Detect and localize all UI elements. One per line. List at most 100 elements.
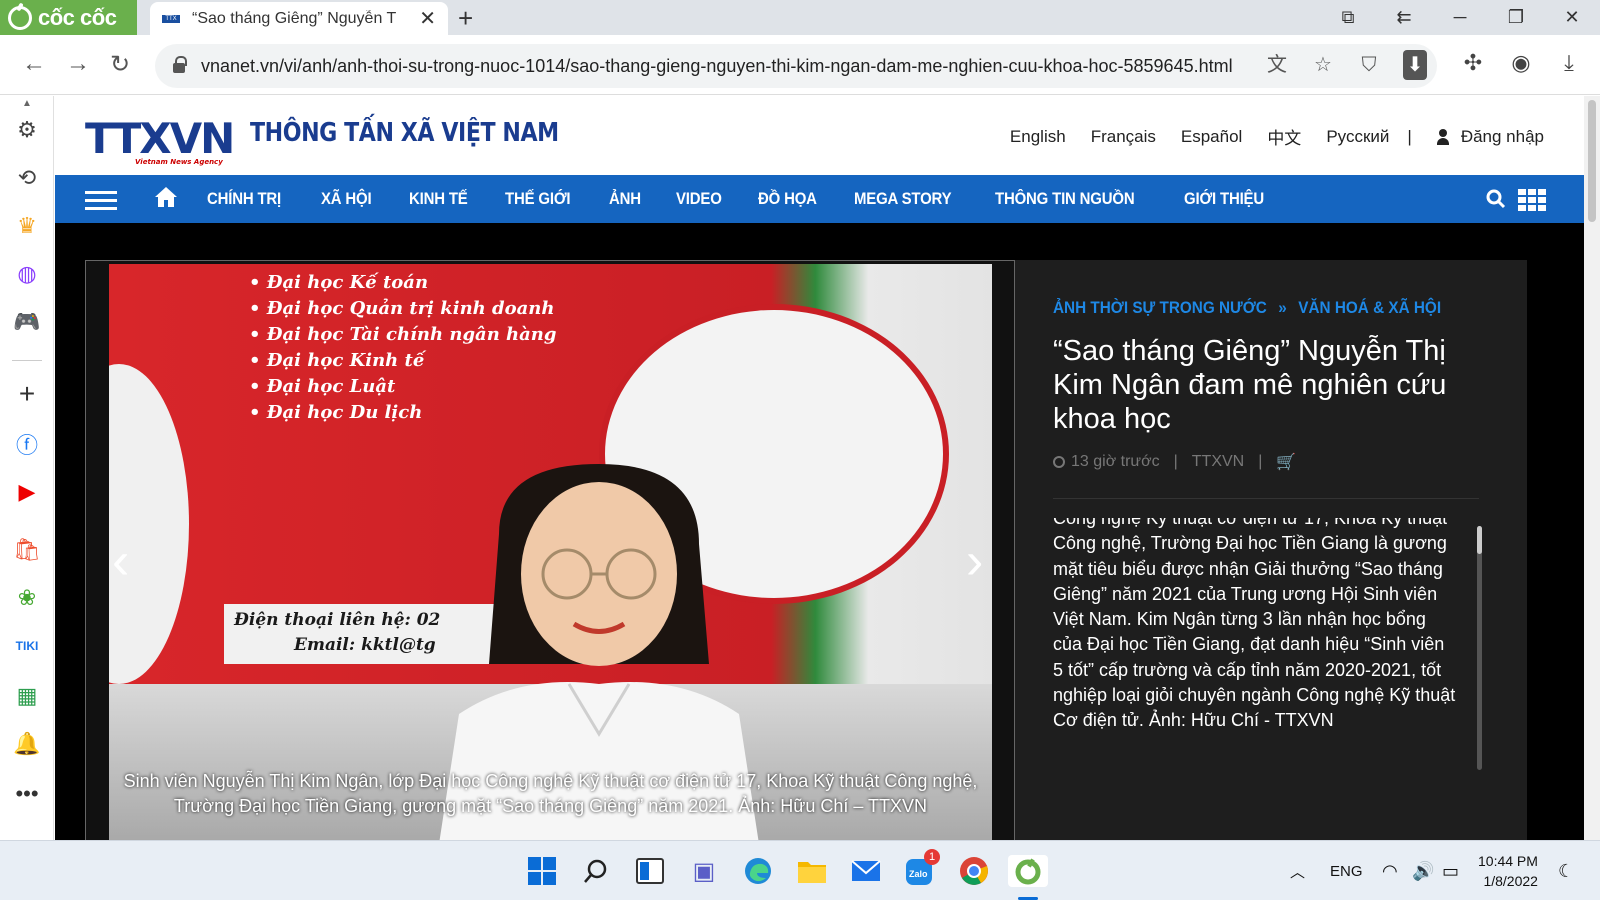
shopee-icon[interactable]: 🛍 [13, 536, 41, 564]
article-meta: 13 giờ trước | TTXVN | 🛒 [1053, 452, 1296, 472]
nav-video[interactable]: VIDEO [676, 189, 722, 209]
restore-button[interactable]: ❐ [1488, 7, 1544, 28]
lang-francais[interactable]: Français [1091, 127, 1156, 147]
browser-sidebar: ▲ ⚙ ⟲ ♛ ◍ 🎮 + ⓕ ▶ 🛍 ❀ TIKI ▦ 🔔 ••• [0, 96, 54, 840]
coccoc-menu-button[interactable]: cốc cốc [0, 0, 137, 35]
chrome-icon[interactable] [958, 855, 990, 887]
lang-english[interactable]: English [1010, 127, 1066, 147]
mail-icon[interactable] [850, 855, 882, 887]
nav-items: CHÍNH TRỊ XÃ HỘI KINH TẾ THẾ GIỚI ẢNH VI… [207, 175, 1305, 223]
clock-time: 10:44 PM [1478, 853, 1538, 869]
taskbar-clock[interactable]: 10:44 PM 1/8/2022 [1478, 851, 1538, 891]
settings-gear-icon[interactable]: ⚙ [13, 116, 41, 144]
extensions-icon[interactable]: ✣ [1460, 50, 1486, 76]
description-scrollbar[interactable] [1477, 526, 1482, 770]
hamburger-menu-icon[interactable] [85, 191, 117, 210]
lang-chinese[interactable]: 中文 [1267, 124, 1301, 149]
crown-icon[interactable]: ♛ [13, 212, 41, 240]
article-description: Công nghệ Kỹ thuật cơ điện tử 17, Khoa K… [1053, 518, 1456, 731]
nav-anh[interactable]: ẢNH [609, 189, 641, 209]
browser-tab-bar: cốc cốc TTX “Sao tháng Giêng” Nguyễn T ✕… [0, 0, 1600, 35]
breadcrumb-separator: » [1278, 298, 1287, 317]
search-icon[interactable] [1486, 189, 1506, 209]
notification-bell-icon[interactable]: 🔔 [13, 730, 41, 758]
edge-icon[interactable] [742, 855, 774, 887]
apps-grid-icon[interactable] [1518, 189, 1546, 211]
lang-espanol[interactable]: Español [1181, 127, 1242, 147]
game-controller-icon[interactable]: 🎮 [13, 308, 41, 336]
photo-caption: Sinh viên Nguyễn Thị Kim Ngân, lớp Đại h… [123, 771, 978, 816]
close-window-button[interactable]: ✕ [1544, 7, 1600, 28]
site-header: TTXVN Vietnam News Agency THÔNG TẤN XÃ V… [55, 96, 1584, 175]
green-app-icon[interactable]: ❀ [13, 584, 41, 612]
site-name[interactable]: THÔNG TẤN XÃ VIỆT NAM [250, 118, 559, 148]
profile-icon[interactable]: ◉ [1508, 50, 1534, 76]
nav-gioi-thieu[interactable]: GIỚI THIỆU [1184, 189, 1264, 209]
user-icon[interactable] [1436, 128, 1449, 145]
battery-icon[interactable]: ▭ [1442, 841, 1459, 901]
shield-icon[interactable]: ⛉ [1357, 50, 1381, 80]
windows-taskbar: ▣ Zalo 1 ︿ ENG ◠ 🔊 ▭ 10:44 PM 1/8/2022 ☾ [0, 840, 1600, 900]
browser-tab-active[interactable]: TTX “Sao tháng Giêng” Nguyễn T ✕ [150, 2, 448, 35]
history-icon[interactable]: ⟲ [13, 164, 41, 192]
slider-prev-arrow[interactable]: ‹ [112, 531, 129, 591]
article-photo[interactable]: • Đại học Kế toán • Đại học Quản trị kin… [109, 264, 992, 840]
youtube-icon[interactable]: ▶ [13, 478, 41, 506]
back-button[interactable]: ← [22, 50, 46, 78]
coccoc-taskbar-icon[interactable] [1008, 855, 1048, 887]
address-bar[interactable]: vnanet.vn/vi/anh/anh-thoi-su-trong-nuoc-… [155, 44, 1437, 88]
wifi-icon[interactable]: ◠ [1382, 841, 1398, 901]
search-taskbar-icon[interactable] [580, 855, 612, 887]
forward-button[interactable]: → [66, 50, 90, 78]
bookmark-star-icon[interactable]: ☆ [1311, 50, 1335, 80]
downloads-icon[interactable]: ⤓ [1556, 50, 1582, 76]
task-view-icon[interactable] [634, 855, 666, 887]
facebook-icon[interactable]: ⓕ [13, 430, 41, 458]
url-text[interactable]: vnanet.vn/vi/anh/anh-thoi-su-trong-nuoc-… [201, 56, 1241, 77]
article-time: 13 giờ trước [1071, 453, 1160, 470]
nav-chinh-tri[interactable]: CHÍNH TRỊ [207, 189, 281, 209]
logo-subtitle: Vietnam News Agency [135, 158, 223, 166]
messenger-icon[interactable]: ◍ [13, 260, 41, 288]
translate-icon[interactable]: 文 [1265, 50, 1289, 80]
nav-do-hoa[interactable]: ĐỒ HỌA [758, 189, 817, 209]
page-scrollbar[interactable] [1584, 96, 1600, 840]
meta-divider [1053, 498, 1479, 499]
meta-separator: | [1258, 453, 1263, 470]
teams-chat-icon[interactable]: ▣ [688, 855, 720, 887]
lock-icon[interactable] [173, 56, 187, 73]
back-history-icon[interactable]: ⇇ [1376, 7, 1432, 28]
file-explorer-icon[interactable] [796, 855, 828, 887]
browser-brand: cốc cốc [38, 4, 117, 30]
shopping-cart-icon[interactable]: 🛒 [1276, 452, 1296, 472]
nav-xa-hoi[interactable]: XÃ HỘI [321, 189, 372, 209]
tiki-icon[interactable]: TIKI [13, 632, 41, 660]
new-tab-button[interactable]: + [458, 3, 473, 34]
more-options-icon[interactable]: ••• [13, 780, 41, 808]
breadcrumb-van-hoa[interactable]: VĂN HOÁ & XÃ HỘI [1298, 298, 1441, 317]
zalo-icon[interactable]: Zalo 1 [904, 849, 940, 887]
show-hidden-icons[interactable]: ︿ [1290, 841, 1305, 901]
slider-next-arrow[interactable]: › [966, 531, 983, 591]
nav-thong-tin-nguon[interactable]: THÔNG TIN NGUỒN [995, 189, 1135, 209]
lang-russian[interactable]: Русский [1326, 127, 1389, 147]
sheets-icon[interactable]: ▦ [13, 682, 41, 710]
start-windows-icon[interactable] [526, 855, 558, 887]
add-shortcut-icon[interactable]: + [13, 378, 41, 409]
focus-moon-icon[interactable]: ☾ [1558, 841, 1574, 901]
home-icon[interactable] [154, 185, 178, 209]
tab-close-icon[interactable]: ✕ [419, 6, 436, 31]
ttxvn-logo[interactable]: TTXVN Vietnam News Agency [85, 114, 235, 166]
nav-kinh-te[interactable]: KINH TẾ [409, 189, 468, 209]
volume-icon[interactable]: 🔊 [1412, 841, 1434, 901]
input-language[interactable]: ENG [1330, 841, 1363, 901]
reload-button[interactable]: ↻ [110, 50, 130, 79]
minimize-button[interactable]: ─ [1432, 7, 1488, 28]
download-media-icon[interactable]: ⬇ [1403, 50, 1427, 80]
nav-mega-story[interactable]: MEGA STORY [854, 189, 952, 209]
breadcrumb-anh-thoi-su[interactable]: ẢNH THỜI SỰ TRONG NƯỚC [1053, 298, 1267, 317]
login-link[interactable]: Đăng nhập [1461, 127, 1544, 147]
sidebar-scroll-up-icon[interactable]: ▲ [13, 98, 41, 109]
nav-the-gioi[interactable]: THẾ GIỚI [505, 189, 571, 209]
tab-search-icon[interactable]: ⧉ [1320, 7, 1376, 28]
